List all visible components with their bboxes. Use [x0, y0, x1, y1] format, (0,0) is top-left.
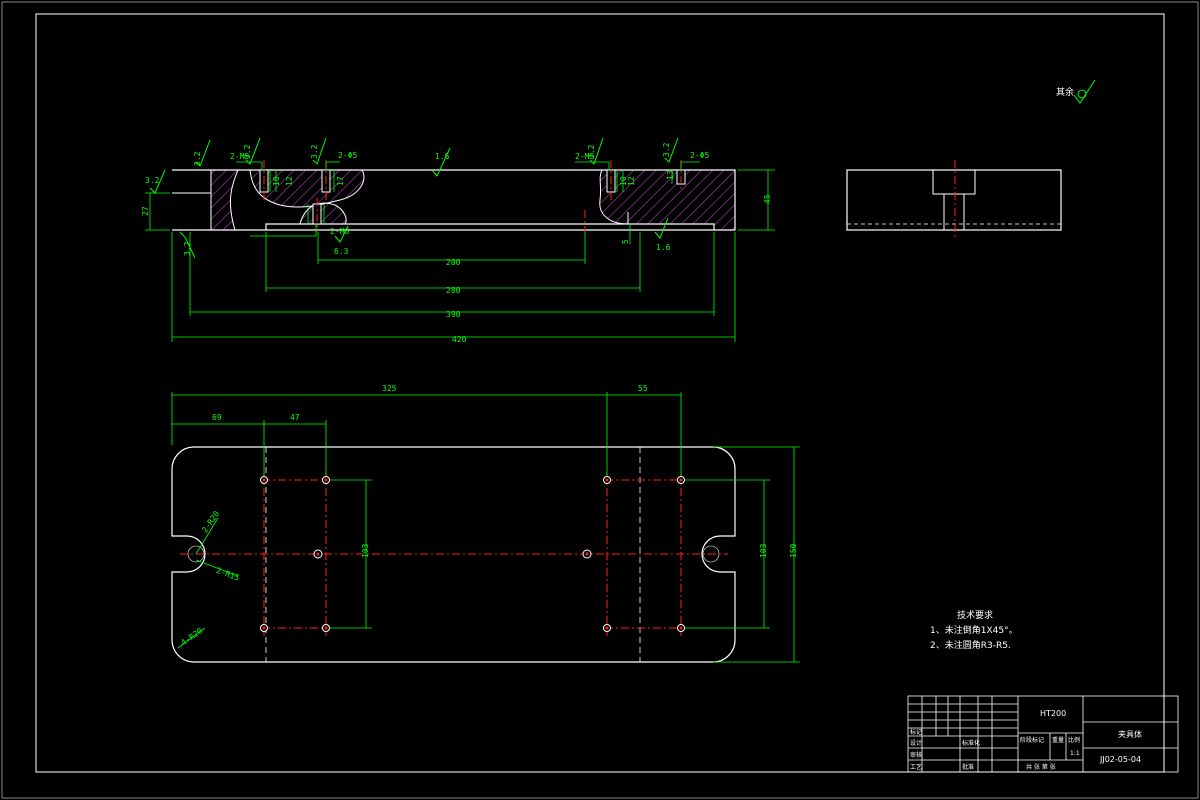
- roughness-3-2-left: 3.2: [145, 176, 160, 185]
- callout-4-r20: 4-R20: [179, 626, 204, 647]
- callout-2-r15: 2-R15: [215, 566, 241, 583]
- callout-phi5-left: 2-Φ5: [338, 151, 357, 160]
- side-view: [846, 160, 1062, 238]
- notes-line-1: 1、未注倒角1X45°。: [930, 624, 1018, 636]
- roughness-6-3: 6.3: [334, 247, 349, 256]
- depth-12b: 12: [627, 176, 636, 186]
- title-scale: 1:1: [1070, 750, 1080, 757]
- dim-55: 55: [638, 384, 648, 393]
- sheet-outer-border: [1, 1, 1199, 799]
- dim-5: 5: [621, 239, 630, 244]
- depth-10a: 10: [272, 176, 281, 186]
- dim-280: 280: [446, 286, 461, 295]
- sheet-inner-border: [35, 13, 1165, 773]
- roughness-3-2-c: 3.2: [310, 144, 319, 159]
- title-row-process: 工艺: [910, 763, 922, 771]
- depth-12a: 12: [285, 176, 294, 186]
- roughness-general-label: 其余: [1056, 86, 1074, 98]
- title-row-std: 标准化: [962, 739, 980, 747]
- dim-200: 200: [446, 258, 461, 267]
- roughness-symbols: [149, 79, 1096, 259]
- roughness-3-2-e: 3.2: [662, 142, 671, 157]
- dim-47: 47: [290, 413, 300, 422]
- title-scale-label: 比例: [1068, 736, 1080, 744]
- roughness-3-2-bottom: 3.2: [183, 241, 192, 256]
- depth-17: 17: [336, 176, 345, 186]
- cad-drawing: 420 390 280 200 45 27 5 2-M5 2-Φ5 2-M5 2…: [1, 1, 1199, 799]
- roughness-1-6-top: 1.6: [435, 152, 450, 161]
- dim-325: 325: [382, 384, 397, 393]
- dim-390: 390: [446, 310, 461, 319]
- section-hatch-left: [211, 170, 238, 230]
- dim-103-left: 103: [361, 543, 370, 558]
- technical-notes: 技术要求 1、未注倒角1X45°。 2、未注圆角R3-R5.: [930, 609, 1018, 651]
- dim-27: 27: [141, 206, 150, 216]
- roughness-3-2-d: 3.2: [587, 144, 596, 159]
- roughness-1-6-right: 1.6: [656, 243, 671, 252]
- callout-phi5-right: 2-Φ5: [690, 151, 709, 160]
- dim-150: 150: [789, 543, 798, 558]
- top-view: 325 55 69 47 103 103 150 2-R20 2-R15 4-R…: [171, 384, 800, 663]
- top-centerlines: [180, 472, 728, 636]
- title-weight-label: 重量: [1052, 736, 1064, 744]
- roughness-3-2-b: 3.2: [243, 144, 252, 159]
- roughness-3-2-a: 3.2: [193, 151, 202, 166]
- dim-420: 420: [452, 335, 467, 344]
- callout-m6-bottom: 2-M6: [330, 227, 349, 236]
- front-section-view: 420 390 280 200 45 27 5 2-M5 2-Φ5 2-M5 2…: [141, 79, 1096, 344]
- title-row-design: 设计: [910, 739, 922, 747]
- notes-title: 技术要求: [957, 609, 993, 621]
- title-drawing-no: JJ02-05-04: [1099, 755, 1141, 764]
- notes-line-2: 2、未注圆角R3-R5.: [930, 639, 1011, 651]
- depth-13: 13: [666, 170, 675, 180]
- dim-69: 69: [212, 413, 222, 422]
- title-material: HT200: [1040, 709, 1066, 718]
- dim-103-right: 103: [759, 543, 768, 558]
- title-row-marks: 标记: [910, 728, 922, 736]
- title-part-name: 夹具体: [1118, 729, 1142, 739]
- dim-45: 45: [763, 194, 772, 204]
- title-stage-label: 阶段标记: [1020, 736, 1044, 744]
- title-row-approve: 批准: [962, 763, 974, 771]
- title-sheets: 共 张 第 张: [1026, 763, 1056, 771]
- title-row-check: 审核: [910, 751, 922, 759]
